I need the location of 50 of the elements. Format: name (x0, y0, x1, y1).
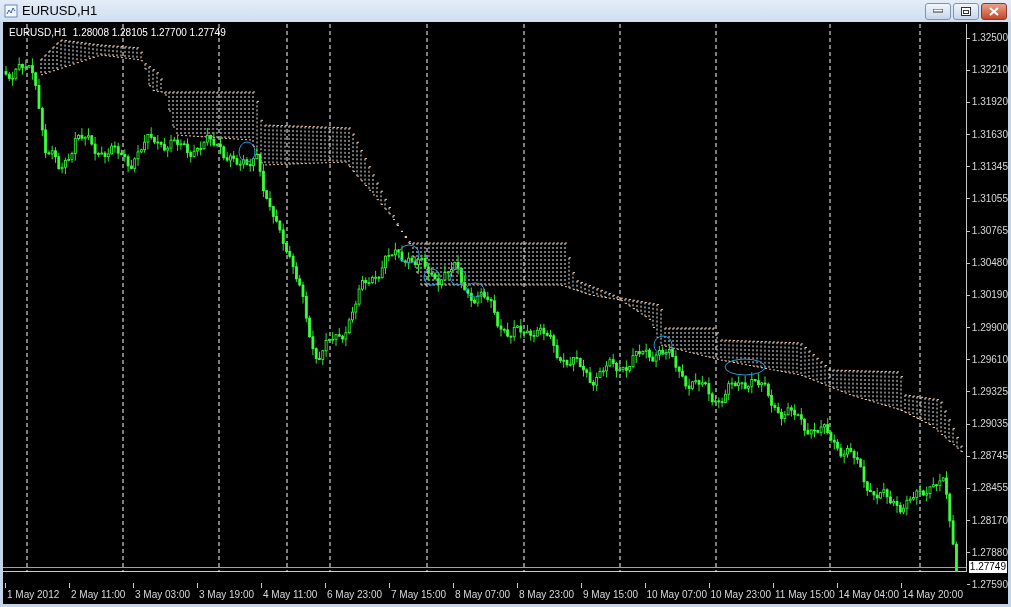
time-label: 10 May 07:00 (646, 588, 707, 602)
time-label: 6 May 23:00 (327, 588, 383, 602)
price-label: 1.27880 (971, 547, 1008, 558)
time-label: 8 May 23:00 (519, 588, 575, 602)
time-label: 7 May 15:00 (391, 588, 447, 602)
price-label: 1.28170 (971, 515, 1008, 526)
current-price-label: 1.27749 (968, 561, 1007, 573)
circle-marker (724, 358, 766, 376)
time-label: 3 May 19:00 (199, 588, 255, 602)
ohlc-values: 1.28008 1.28105 1.27700 1.27749 (72, 26, 226, 40)
time-label: 2 May 11:00 (71, 588, 126, 602)
circle-marker (238, 141, 256, 163)
time-label: 8 May 07:00 (455, 588, 511, 602)
price-label: 1.30480 (971, 258, 1008, 269)
restore-icon (961, 6, 971, 16)
price-label: 1.29610 (971, 354, 1008, 365)
close-icon (989, 6, 999, 16)
window-title: EURUSD,H1 (22, 2, 98, 21)
price-label: 1.31630 (971, 129, 1008, 140)
chart-symbol: EURUSD,H1 (9, 26, 67, 40)
circle-marker (465, 282, 485, 298)
restore-button[interactable] (953, 2, 979, 20)
close-button[interactable] (981, 2, 1007, 20)
circle-marker (398, 244, 420, 264)
circle-marker (423, 268, 441, 286)
price-label: 1.27590 (971, 579, 1008, 590)
price-label: 1.28745 (971, 451, 1008, 462)
price-label: 1.28455 (971, 483, 1008, 494)
price-label: 1.32210 (971, 65, 1008, 76)
time-label: 4 May 11:00 (263, 588, 318, 602)
chart-window-icon (4, 4, 18, 18)
circle-marker (653, 335, 673, 355)
price-label: 1.32500 (971, 33, 1008, 43)
price-label: 1.30190 (971, 290, 1008, 301)
time-label: 14 May 04:00 (838, 588, 899, 602)
price-label: 1.30765 (971, 226, 1008, 237)
price-label: 1.29035 (971, 419, 1008, 430)
time-label: 3 May 03:00 (135, 588, 191, 602)
time-label: 10 May 23:00 (710, 588, 771, 602)
time-label: 1 May 2012 (7, 588, 60, 602)
price-label: 1.29325 (971, 386, 1008, 397)
time-label: 11 May 15:00 (775, 588, 835, 602)
price-label: 1.31055 (971, 193, 1008, 204)
minimize-icon (933, 9, 943, 13)
price-label: 1.31345 (971, 161, 1008, 172)
circle-marker (449, 268, 467, 286)
time-label: 14 May 20:00 (902, 588, 963, 602)
price-label: 1.31920 (971, 97, 1008, 108)
price-label: 1.29900 (971, 322, 1008, 333)
time-label: 9 May 15:00 (583, 588, 639, 602)
